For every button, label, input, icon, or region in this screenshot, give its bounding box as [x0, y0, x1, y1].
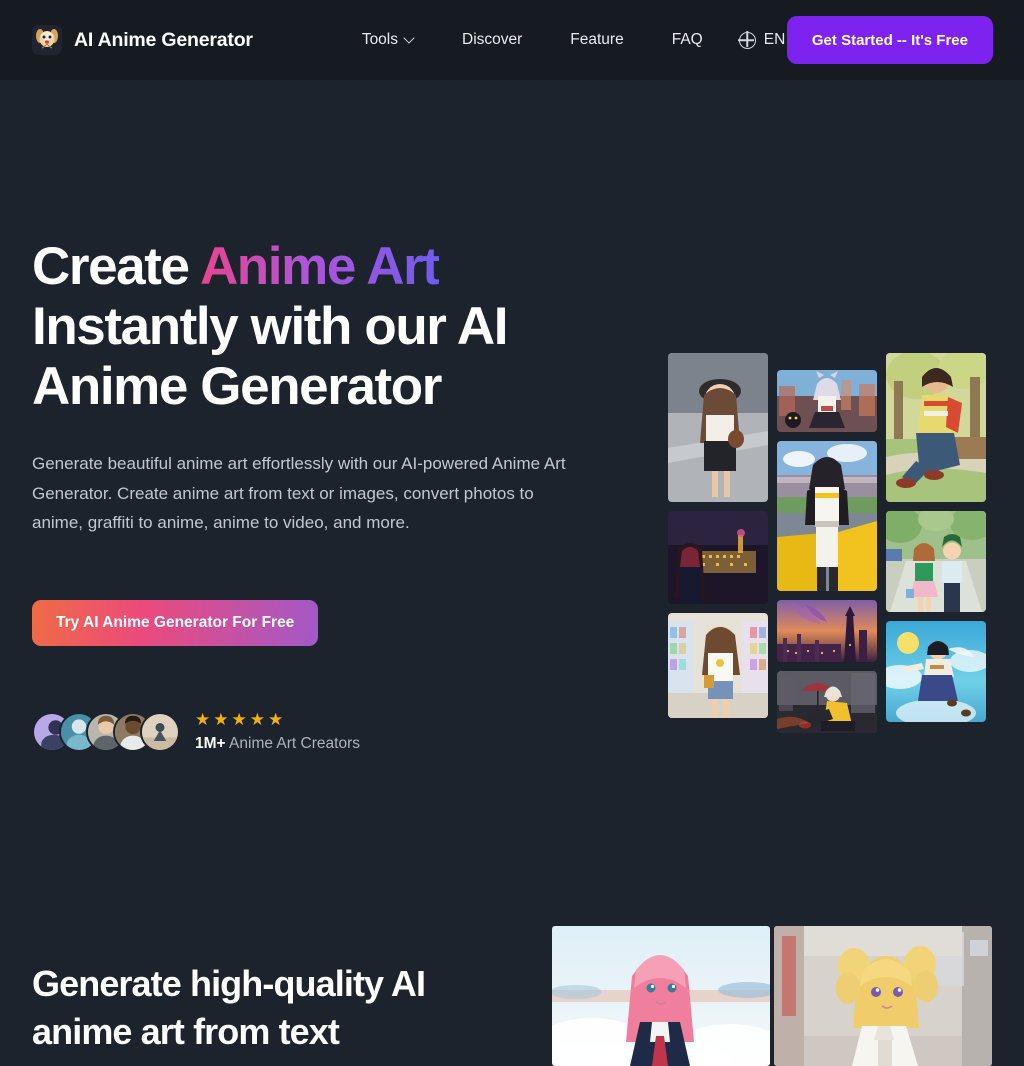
gallery-image[interactable] — [777, 600, 877, 662]
gallery-image[interactable] — [886, 511, 986, 612]
star-icon: ★ — [231, 709, 247, 729]
star-rating: ★ ★ ★ ★ ★ — [195, 711, 360, 728]
nav-item-faq[interactable]: FAQ — [648, 31, 727, 49]
gallery-image[interactable] — [777, 441, 877, 591]
nav-label: FAQ — [671, 31, 703, 48]
site-header: AI Anime Generator Tools Discover Featur… — [0, 0, 1024, 80]
gallery-column — [668, 353, 768, 733]
main-nav: Tools Discover Feature FAQ EN — [338, 31, 808, 49]
star-icon: ★ — [249, 709, 265, 729]
hero-paragraph: Generate beautiful anime art effortlessl… — [32, 454, 566, 532]
star-icon: ★ — [268, 709, 284, 729]
section-image-row — [552, 926, 992, 1066]
nav-item-discover[interactable]: Discover — [438, 31, 546, 49]
avatar-group — [32, 711, 180, 752]
dog-avatar-icon — [32, 25, 62, 55]
nav-item-tools[interactable]: Tools — [338, 31, 438, 49]
creator-count-line: 1M+ Anime Art Creators — [195, 735, 360, 753]
get-started-button[interactable]: Get Started -- It's Free — [786, 16, 993, 64]
avatar — [140, 711, 180, 752]
hero-title-highlight: Anime Art — [199, 237, 440, 296]
gallery-image[interactable] — [777, 671, 877, 733]
creator-count: 1M+ — [195, 734, 226, 752]
try-generator-button[interactable]: Try AI Anime Generator For Free — [32, 599, 319, 646]
chevron-down-icon — [405, 34, 414, 43]
hero-title-part2: Instantly with our AI Anime Generator — [32, 297, 508, 416]
social-proof: ★ ★ ★ ★ ★ 1M+ Anime Art Creators — [32, 711, 592, 753]
nav-label: Tools — [361, 31, 398, 48]
gallery-image[interactable] — [886, 353, 986, 502]
hero-title-part1: Create — [32, 237, 200, 296]
gallery-image[interactable] — [777, 370, 877, 432]
gallery-image[interactable] — [886, 621, 986, 722]
nav-label: Feature — [570, 31, 624, 48]
section-image[interactable] — [774, 926, 992, 1066]
gallery-image[interactable] — [668, 353, 768, 502]
gallery-column — [777, 353, 877, 733]
gallery-image[interactable] — [668, 613, 768, 718]
nav-item-feature[interactable]: Feature — [546, 31, 647, 49]
section-title: Generate high-quality AI anime art from … — [32, 963, 426, 1052]
rating-block: ★ ★ ★ ★ ★ 1M+ Anime Art Creators — [195, 711, 360, 753]
creator-label: Anime Art Creators — [229, 734, 360, 752]
language-code: EN — [763, 31, 786, 48]
brand[interactable]: AI Anime Generator — [32, 25, 253, 55]
brand-name: AI Anime Generator — [74, 28, 253, 51]
gallery-image[interactable] — [668, 511, 768, 604]
hero-image-gallery — [668, 353, 992, 733]
hero-copy: Create Anime Art Instantly with our AI A… — [32, 160, 592, 753]
globe-icon — [738, 31, 756, 49]
gallery-column — [886, 353, 986, 733]
nav-label: Discover — [462, 31, 523, 48]
page-title: Create Anime Art Instantly with our AI A… — [32, 237, 592, 417]
section-image[interactable] — [552, 926, 770, 1066]
star-icon: ★ — [195, 709, 211, 729]
star-icon: ★ — [213, 709, 229, 729]
